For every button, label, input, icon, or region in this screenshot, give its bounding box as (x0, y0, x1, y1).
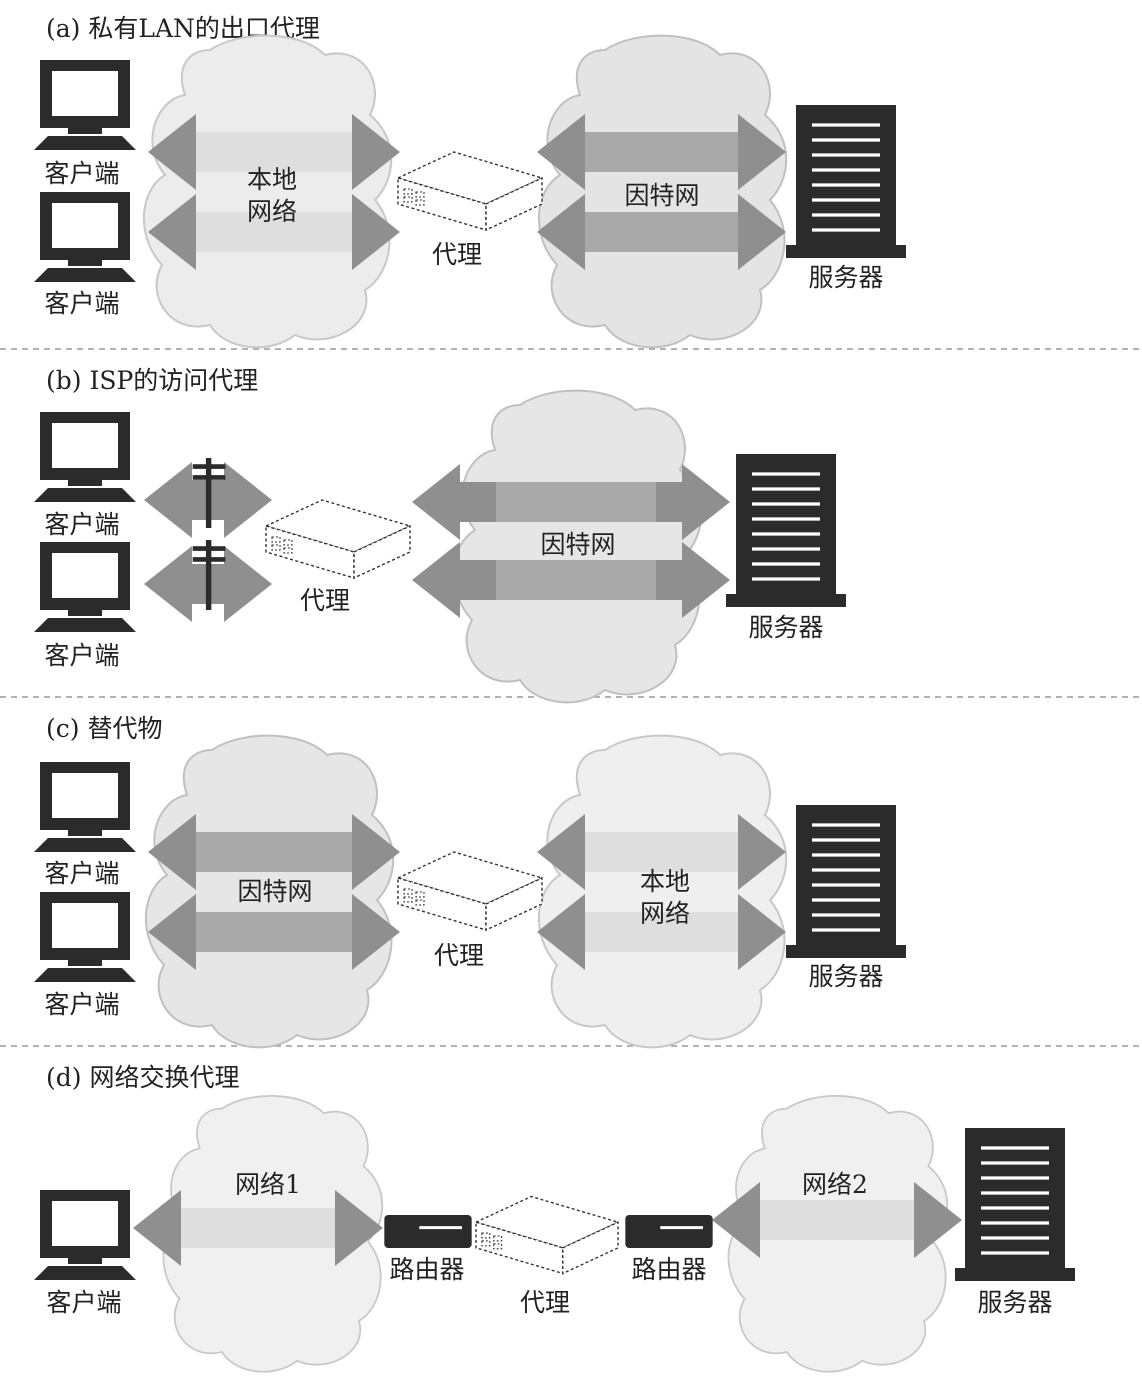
panel-b: (b) ISP的访问代理 客户端 客户端 因特网 代理 服务器 (34, 366, 848, 704)
arrow-band (585, 132, 738, 172)
panel-c-title: (c) 替代物 (46, 714, 162, 743)
server-icon (724, 452, 848, 609)
computer-icon (34, 1190, 136, 1280)
client-label: 客户端 (44, 159, 119, 188)
router-label: 路由器 (389, 1255, 464, 1284)
client-label: 客户端 (46, 1288, 121, 1317)
right-cloud-label-line1: 本地 (640, 867, 690, 896)
proxy-label: 代理 (434, 941, 484, 970)
server-icon (953, 1126, 1077, 1283)
arrow-band (496, 560, 656, 600)
right-cloud-label: 网络2 (802, 1170, 868, 1199)
router-icon (382, 1213, 474, 1250)
proxy-label: 代理 (432, 240, 482, 269)
panel-d-title: (d) 网络交换代理 (46, 1063, 239, 1092)
arrow-band (760, 1200, 914, 1240)
client-label: 客户端 (44, 641, 119, 670)
client-label: 客户端 (44, 510, 119, 539)
computer-icon (34, 60, 136, 150)
proxy-label: 代理 (300, 586, 350, 615)
server-icon (784, 103, 908, 260)
client-label: 客户端 (44, 990, 119, 1019)
server-label: 服务器 (748, 613, 823, 642)
panel-c: (c) 替代物 客户端 客户端 因特网 本地 网络 代理 服务器 (34, 714, 908, 1049)
arrow-band (196, 912, 352, 952)
left-cloud-label: 网络1 (235, 1170, 301, 1199)
computer-icon (34, 762, 136, 852)
arrow-band (585, 212, 738, 252)
panel-d: (d) 网络交换代理 客户端 网络1 网络2 路由器 路由器 代理 服务器 (34, 1063, 1077, 1373)
proxy-box-icon (397, 851, 543, 931)
proxy-deployment-diagram: (a) 私有LAN的出口代理 客户端 客户端 本地 网络 因特网 代理 服务器 … (0, 14, 1142, 1373)
computer-icon (34, 892, 136, 982)
server-label: 服务器 (808, 263, 883, 292)
server-icon (784, 803, 908, 960)
right-cloud-label: 因特网 (624, 181, 699, 210)
client-label: 客户端 (44, 289, 119, 318)
panel-b-title: (b) ISP的访问代理 (46, 366, 258, 395)
computer-icon (34, 412, 136, 502)
right-cloud-label: 因特网 (540, 530, 615, 559)
proxy-box-icon (265, 499, 411, 579)
left-cloud-label-line2: 网络 (247, 197, 297, 226)
arrow-band (181, 1208, 335, 1248)
server-label: 服务器 (977, 1288, 1052, 1317)
router-icon (623, 1213, 715, 1250)
arrow-band (585, 832, 738, 872)
client-label: 客户端 (44, 859, 119, 888)
right-cloud-label-line2: 网络 (640, 899, 690, 928)
server-label: 服务器 (808, 962, 883, 991)
computer-icon (34, 192, 136, 282)
left-cloud-label-line1: 本地 (247, 165, 297, 194)
proxy-box-icon (397, 151, 543, 231)
arrow-band (496, 482, 656, 522)
panel-a: (a) 私有LAN的出口代理 客户端 客户端 本地 网络 因特网 代理 服务器 (34, 14, 908, 349)
computer-icon (34, 542, 136, 632)
proxy-label: 代理 (520, 1288, 570, 1317)
router-label: 路由器 (631, 1255, 706, 1284)
left-cloud-label: 因特网 (237, 877, 312, 906)
proxy-box-icon (475, 1195, 619, 1275)
arrow-band (196, 832, 352, 872)
